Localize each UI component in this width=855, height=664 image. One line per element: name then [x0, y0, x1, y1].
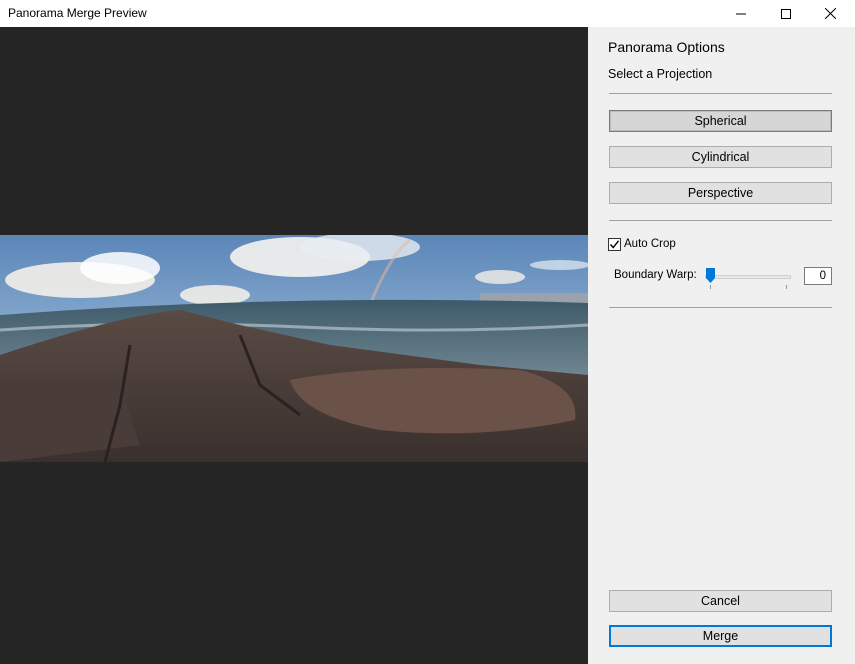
- spherical-button[interactable]: Spherical: [609, 110, 832, 132]
- maximize-icon: [780, 8, 791, 19]
- options-panel: Panorama Options Select a Projection Sph…: [588, 27, 855, 664]
- minimize-button[interactable]: [718, 0, 763, 27]
- merge-button[interactable]: Merge: [609, 625, 832, 647]
- slider-thumb[interactable]: [706, 268, 715, 283]
- boundary-warp-label: Boundary Warp:: [614, 269, 697, 281]
- checkmark-icon: [609, 239, 620, 249]
- slider-tick: [710, 285, 711, 289]
- perspective-button[interactable]: Perspective: [609, 182, 832, 204]
- divider: [609, 220, 832, 221]
- projection-subtitle: Select a Projection: [608, 67, 713, 81]
- boundary-warp-input[interactable]: 0: [804, 267, 832, 285]
- close-icon: [825, 8, 836, 19]
- window-title: Panorama Merge Preview: [8, 6, 147, 20]
- title-bar: Panorama Merge Preview: [0, 0, 855, 27]
- auto-crop-label: Auto Crop: [624, 238, 676, 250]
- preview-area: [0, 27, 588, 664]
- close-button[interactable]: [808, 0, 853, 27]
- auto-crop-row[interactable]: Auto Crop: [608, 236, 676, 252]
- cancel-button[interactable]: Cancel: [609, 590, 832, 612]
- panel-title: Panorama Options: [608, 39, 725, 55]
- maximize-button[interactable]: [763, 0, 808, 27]
- cylindrical-button[interactable]: Cylindrical: [609, 146, 832, 168]
- panorama-preview-image: [0, 235, 588, 462]
- divider: [609, 93, 832, 94]
- minimize-icon: [735, 13, 746, 14]
- divider: [609, 307, 832, 308]
- slider-tick: [786, 285, 787, 289]
- slider-track: [705, 275, 791, 279]
- auto-crop-checkbox[interactable]: [608, 237, 621, 251]
- boundary-warp-slider[interactable]: [705, 265, 791, 291]
